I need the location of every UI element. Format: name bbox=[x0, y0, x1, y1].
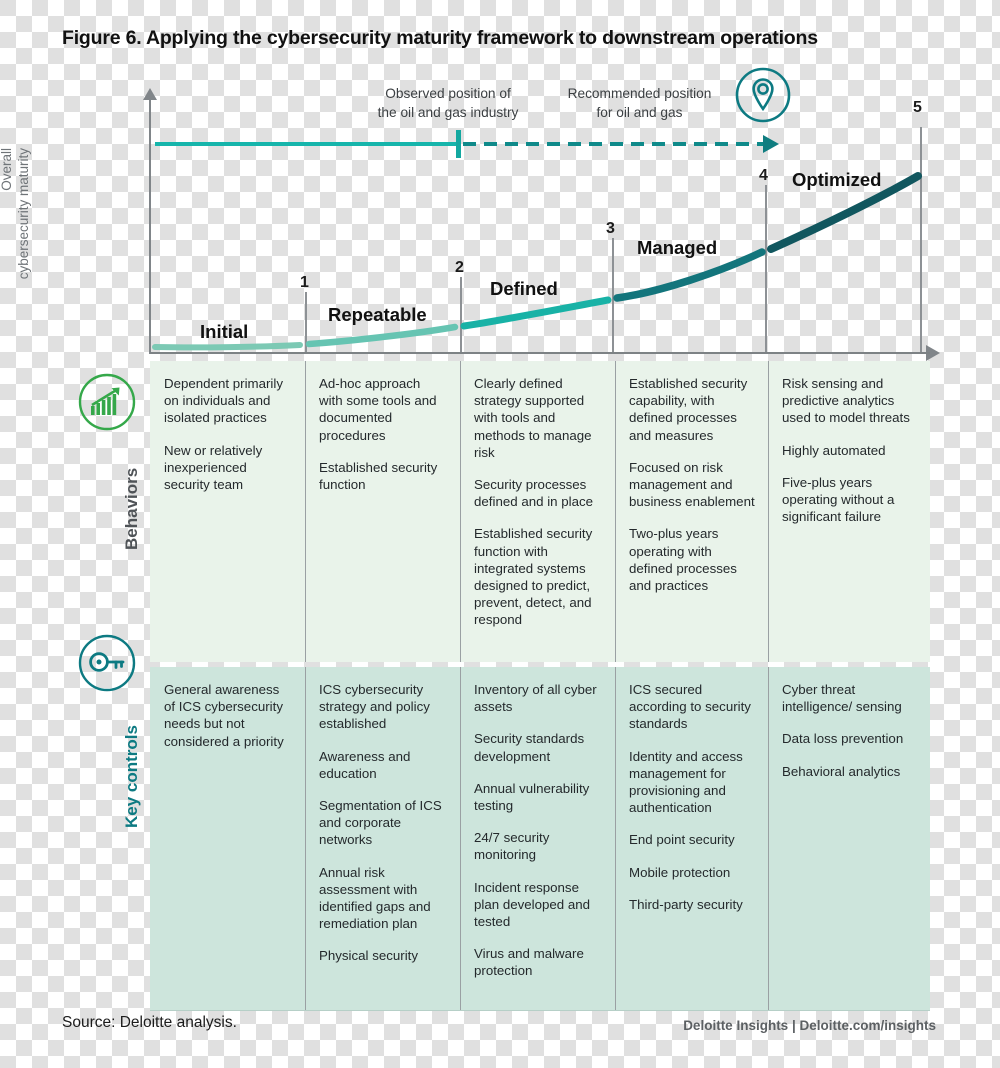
recommended-position-annotation: Recommended position for oil and gas bbox=[552, 84, 727, 122]
maturity-table: Dependent primarily on individuals and i… bbox=[150, 352, 930, 1011]
source-note: Source: Deloitte analysis. bbox=[62, 1014, 237, 1031]
cell-paragraph: Five-plus years operating without a sign… bbox=[782, 474, 895, 525]
key-icon bbox=[78, 634, 136, 692]
column-separator bbox=[615, 667, 617, 1010]
recommended-line1: Recommended position bbox=[567, 86, 712, 101]
observed-line1: Observed position of bbox=[385, 86, 511, 101]
cell-paragraph: Third-party security bbox=[629, 896, 743, 912]
cell-paragraph: Focused on risk management and business … bbox=[629, 459, 755, 510]
observed-line2: the oil and gas industry bbox=[377, 105, 519, 120]
brand-credit: Deloitte Insights | Deloitte.com/insight… bbox=[683, 1018, 936, 1033]
row-label-key-controls: Key controls bbox=[122, 725, 141, 828]
cell-paragraph: Mobile protection bbox=[629, 864, 731, 880]
cell-paragraph: Data loss prevention bbox=[782, 731, 904, 747]
table-row: Dependent primarily on individuals and i… bbox=[150, 361, 930, 662]
column-separator bbox=[305, 667, 307, 1010]
table-top-rule bbox=[150, 352, 930, 354]
controls-cell-optimized: Cyber threat intelligence/ sensing Data l… bbox=[768, 667, 930, 1010]
controls-cell-repeatable: ICS cybersecurity strategy and policy es… bbox=[305, 667, 460, 1010]
cell-paragraph: Virus and malware protection bbox=[474, 946, 584, 979]
controls-cell-managed: ICS secured according to security standa… bbox=[615, 667, 768, 1010]
cell-paragraph: Physical security bbox=[319, 948, 419, 964]
recommended-range-dashed-bar bbox=[463, 142, 763, 146]
cell-paragraph: Established security function bbox=[319, 459, 438, 493]
column-separator bbox=[460, 361, 462, 662]
cell-paragraph: 24/7 security monitoring bbox=[474, 830, 550, 863]
cell-paragraph: Established security capability, with de… bbox=[629, 376, 748, 443]
cell-paragraph: Behavioral analytics bbox=[782, 763, 901, 779]
cell-paragraph: Cyber threat intelligence/ sensing bbox=[782, 682, 902, 715]
controls-cell-initial: General awareness of ICS cybersecurity n… bbox=[150, 667, 305, 1010]
cell-paragraph: Ad-hoc approach with some tools and docu… bbox=[319, 376, 437, 443]
cell-paragraph: Risk sensing and predictive analytics us… bbox=[782, 376, 910, 426]
column-separator bbox=[615, 361, 617, 662]
observed-position-annotation: Observed position of the oil and gas ind… bbox=[368, 84, 528, 122]
cell-paragraph: Segmentation of ICS and corporate networ… bbox=[319, 798, 442, 848]
row-label-behaviors: Behaviors bbox=[122, 467, 141, 550]
recommended-line2: for oil and gas bbox=[596, 105, 683, 120]
table-row: General awareness of ICS cybersecurity n… bbox=[150, 667, 930, 1010]
cell-paragraph: Security standards development bbox=[474, 731, 585, 764]
maturity-curve bbox=[152, 172, 922, 351]
cell-paragraph: Annual vulnerability testing bbox=[474, 780, 590, 814]
recommended-arrow-icon bbox=[763, 135, 779, 153]
cell-paragraph: Highly automated bbox=[782, 442, 886, 458]
cell-paragraph: Security processes defined and in place bbox=[474, 477, 594, 510]
cell-paragraph: Dependent primarily on individuals and i… bbox=[164, 376, 283, 426]
column-separator bbox=[305, 361, 307, 662]
behaviors-cell-initial: Dependent primarily on individuals and i… bbox=[150, 361, 305, 662]
cell-paragraph: Incident response plan developed and tes… bbox=[474, 879, 591, 930]
cell-paragraph: Clearly defined strategy supported with … bbox=[474, 376, 592, 460]
cell-paragraph: ICS cybersecurity strategy and policy es… bbox=[319, 682, 430, 732]
location-pin-icon bbox=[735, 67, 791, 123]
cell-paragraph: ICS secured according to security standa… bbox=[629, 682, 751, 732]
column-separator bbox=[460, 667, 462, 1010]
cell-paragraph: Awareness and education bbox=[319, 748, 411, 781]
behaviors-cell-managed: Established security capability, with de… bbox=[615, 361, 768, 662]
cell-paragraph: General awareness of ICS cybersecurity n… bbox=[164, 682, 284, 749]
curve-segment-initial bbox=[152, 342, 303, 351]
controls-cell-defined: Inventory of all cyber assets Security st… bbox=[460, 667, 615, 1010]
curve-segment-repeatable bbox=[305, 323, 459, 348]
curve-segment-defined bbox=[460, 296, 612, 330]
cell-paragraph: Annual risk assessment with identified g… bbox=[319, 864, 431, 932]
observed-position-tick bbox=[456, 130, 461, 158]
cell-paragraph: Identity and access management for provi… bbox=[629, 748, 743, 816]
curve-segment-managed bbox=[613, 248, 766, 302]
cell-paragraph: End point security bbox=[629, 832, 735, 848]
curve-segment-optimized bbox=[767, 172, 922, 253]
growth-chart-icon bbox=[78, 373, 136, 431]
cell-paragraph: New or relatively inexperienced security… bbox=[164, 442, 263, 493]
behaviors-cell-defined: Clearly defined strategy supported with … bbox=[460, 361, 615, 662]
column-separator bbox=[768, 361, 770, 662]
behaviors-cell-optimized: Risk sensing and predictive analytics us… bbox=[768, 361, 930, 662]
cell-paragraph: Two-plus years operating with defined pr… bbox=[629, 526, 737, 594]
behaviors-cell-repeatable: Ad-hoc approach with some tools and docu… bbox=[305, 361, 460, 662]
column-separator bbox=[768, 667, 770, 1010]
observed-range-bar bbox=[155, 142, 459, 146]
cell-paragraph: Inventory of all cyber assets bbox=[474, 682, 597, 715]
cell-paragraph: Established security function with integ… bbox=[474, 526, 593, 628]
